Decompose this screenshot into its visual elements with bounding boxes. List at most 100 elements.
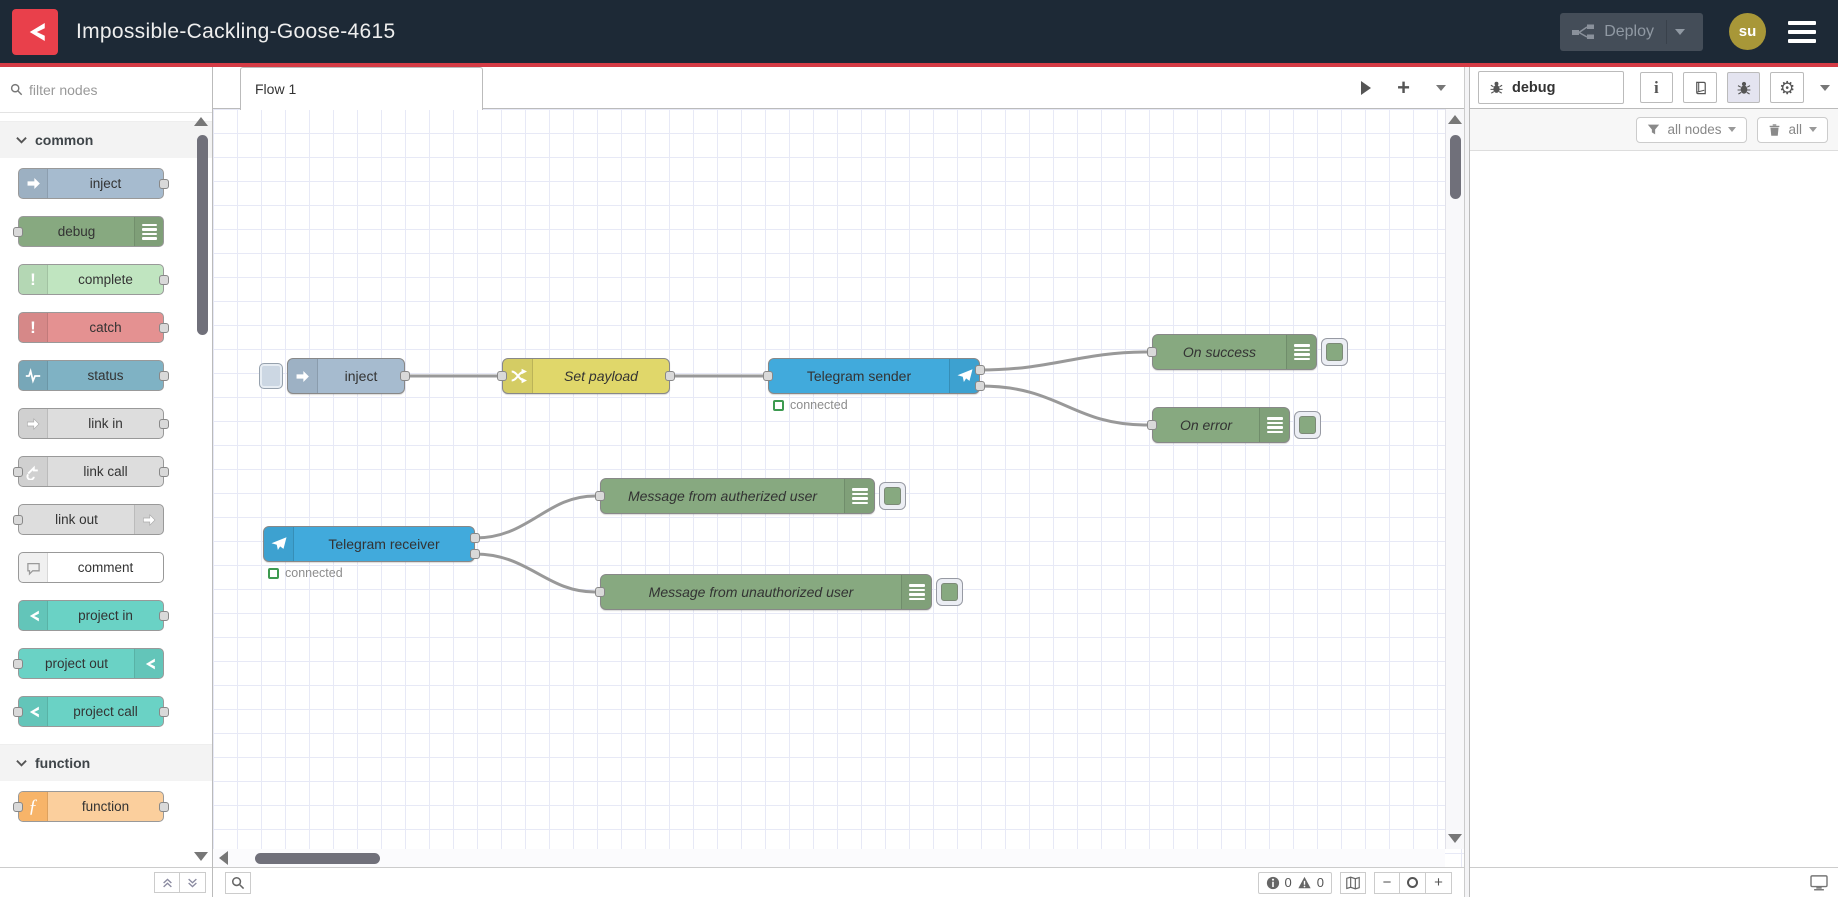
debug-toggle-button[interactable] bbox=[1321, 338, 1348, 366]
node-port[interactable] bbox=[975, 365, 985, 375]
flow-node-message-authorized[interactable]: Message from autherized user bbox=[595, 478, 875, 514]
zoom-reset-button[interactable] bbox=[1400, 871, 1426, 894]
debug-filter-button[interactable]: all nodes bbox=[1636, 116, 1748, 143]
sidebar-tab-info-button[interactable]: i bbox=[1639, 72, 1674, 103]
node-port[interactable] bbox=[159, 323, 169, 333]
flow-canvas[interactable]: inject Set payload Telegram sender conne… bbox=[213, 109, 1464, 867]
inject-trigger-button[interactable] bbox=[259, 363, 283, 389]
debug-toggle-button[interactable] bbox=[936, 578, 963, 606]
node-port[interactable] bbox=[975, 381, 985, 391]
palette-node-link-out[interactable]: link out bbox=[13, 504, 164, 535]
flow-issues-badge[interactable]: 0 0 bbox=[1257, 871, 1332, 894]
search-icon bbox=[231, 876, 245, 889]
node-port[interactable] bbox=[13, 707, 23, 717]
palette-node-inject[interactable]: inject bbox=[18, 168, 169, 199]
function-icon: ƒ bbox=[19, 792, 48, 821]
scroll-left-icon[interactable] bbox=[219, 851, 228, 865]
filter-nodes-input[interactable] bbox=[29, 81, 179, 98]
flow-node-message-unauthorized[interactable]: Message from unauthorized user bbox=[595, 574, 932, 610]
node-port[interactable] bbox=[470, 549, 480, 559]
palette-scrollbar-thumb[interactable] bbox=[197, 135, 208, 335]
node-port[interactable] bbox=[595, 491, 605, 501]
sidebar-menu-caret-icon[interactable] bbox=[1819, 84, 1830, 91]
flow-node-telegram-receiver[interactable]: Telegram receiver bbox=[263, 526, 480, 562]
debug-toggle-button[interactable] bbox=[1294, 411, 1321, 439]
palette-scroll-up-icon[interactable] bbox=[194, 117, 208, 126]
node-port[interactable] bbox=[763, 371, 773, 381]
debug-toggle-button[interactable] bbox=[879, 482, 906, 510]
node-port[interactable] bbox=[13, 802, 23, 812]
zoom-out-button[interactable]: − bbox=[1374, 871, 1400, 894]
flow-node-telegram-sender[interactable]: Telegram sender bbox=[763, 358, 985, 394]
palette-node-comment[interactable]: comment bbox=[18, 552, 164, 583]
palette-node-status[interactable]: status bbox=[18, 360, 169, 391]
zoom-in-button[interactable]: + bbox=[1426, 871, 1452, 894]
flow-node-set-payload[interactable]: Set payload bbox=[497, 358, 675, 394]
sidebar-tab-config-button[interactable]: ⚙ bbox=[1770, 72, 1804, 103]
node-port[interactable] bbox=[159, 419, 169, 429]
sidebar-tab-debug-button[interactable] bbox=[1726, 72, 1761, 103]
node-port[interactable] bbox=[400, 371, 410, 381]
scroll-down-icon[interactable] bbox=[1448, 834, 1462, 843]
debug-messages-panel[interactable] bbox=[1470, 151, 1838, 867]
tab-list-caret-icon[interactable] bbox=[1436, 84, 1446, 91]
palette-node-link-call[interactable]: link call bbox=[13, 456, 169, 487]
node-port[interactable] bbox=[159, 467, 169, 477]
run-flows-icon[interactable] bbox=[1361, 80, 1372, 95]
expand-categories-button[interactable] bbox=[180, 872, 206, 893]
flowfuse-logo-icon[interactable] bbox=[12, 8, 58, 55]
palette-search[interactable] bbox=[0, 67, 212, 113]
toggle-navigator-button[interactable] bbox=[1340, 871, 1366, 894]
add-flow-icon[interactable]: + bbox=[1397, 76, 1410, 99]
node-red-app: Impossible-Cackling-Goose-4615 Deploy su… bbox=[0, 0, 1838, 897]
palette-node-link-in[interactable]: link in bbox=[18, 408, 169, 439]
chevron-down-icon bbox=[16, 760, 27, 767]
flow-node-on-success[interactable]: On success bbox=[1147, 334, 1317, 370]
scroll-up-icon[interactable] bbox=[1448, 115, 1462, 124]
palette-node-debug[interactable]: debug bbox=[13, 216, 164, 247]
flow-node-on-error[interactable]: On error bbox=[1147, 407, 1290, 443]
search-flows-button[interactable] bbox=[225, 871, 251, 894]
canvas-vertical-scrollbar[interactable] bbox=[1445, 109, 1464, 849]
node-port[interactable] bbox=[13, 515, 23, 525]
canvas-horizontal-scrollbar[interactable] bbox=[213, 849, 1445, 867]
node-port[interactable] bbox=[497, 371, 507, 381]
palette-scroll-down-icon[interactable] bbox=[194, 852, 208, 861]
node-port[interactable] bbox=[159, 179, 169, 189]
debug-clear-button[interactable]: all bbox=[1757, 116, 1828, 143]
scrollbar-thumb[interactable] bbox=[1449, 135, 1461, 199]
node-port[interactable] bbox=[13, 227, 23, 237]
node-port[interactable] bbox=[1147, 420, 1157, 430]
node-port[interactable] bbox=[159, 802, 169, 812]
palette-node-catch[interactable]: ! catch bbox=[18, 312, 169, 343]
node-port[interactable] bbox=[159, 707, 169, 717]
flow-node-inject[interactable]: inject bbox=[287, 358, 410, 394]
node-palette: common inject debug ! complete bbox=[0, 67, 213, 897]
palette-category-function[interactable]: function bbox=[0, 744, 212, 781]
node-port[interactable] bbox=[595, 587, 605, 597]
node-port[interactable] bbox=[159, 275, 169, 285]
scrollbar-thumb[interactable] bbox=[255, 852, 380, 864]
tab-debug[interactable]: debug bbox=[1478, 71, 1624, 104]
node-port[interactable] bbox=[13, 659, 23, 669]
deploy-button[interactable]: Deploy bbox=[1560, 12, 1703, 51]
node-port[interactable] bbox=[470, 533, 480, 543]
collapse-categories-button[interactable] bbox=[154, 872, 180, 893]
user-avatar[interactable]: su bbox=[1729, 13, 1766, 50]
palette-category-common[interactable]: common bbox=[0, 121, 212, 158]
node-port[interactable] bbox=[159, 371, 169, 381]
palette-node-complete[interactable]: ! complete bbox=[18, 264, 169, 295]
open-in-window-icon[interactable] bbox=[1810, 874, 1828, 891]
node-port[interactable] bbox=[665, 371, 675, 381]
deploy-options-caret-icon[interactable] bbox=[1675, 28, 1685, 35]
palette-node-project-call[interactable]: project call bbox=[13, 696, 169, 727]
flow-tab[interactable]: Flow 1 bbox=[240, 67, 483, 110]
palette-node-function[interactable]: ƒ function bbox=[13, 791, 169, 822]
node-port[interactable] bbox=[13, 467, 23, 477]
node-port[interactable] bbox=[1147, 347, 1157, 357]
palette-node-project-in[interactable]: project in bbox=[18, 600, 169, 631]
main-menu-icon[interactable] bbox=[1788, 20, 1816, 43]
node-port[interactable] bbox=[159, 611, 169, 621]
sidebar-tab-help-button[interactable] bbox=[1683, 72, 1717, 103]
palette-node-project-out[interactable]: project out bbox=[13, 648, 164, 679]
